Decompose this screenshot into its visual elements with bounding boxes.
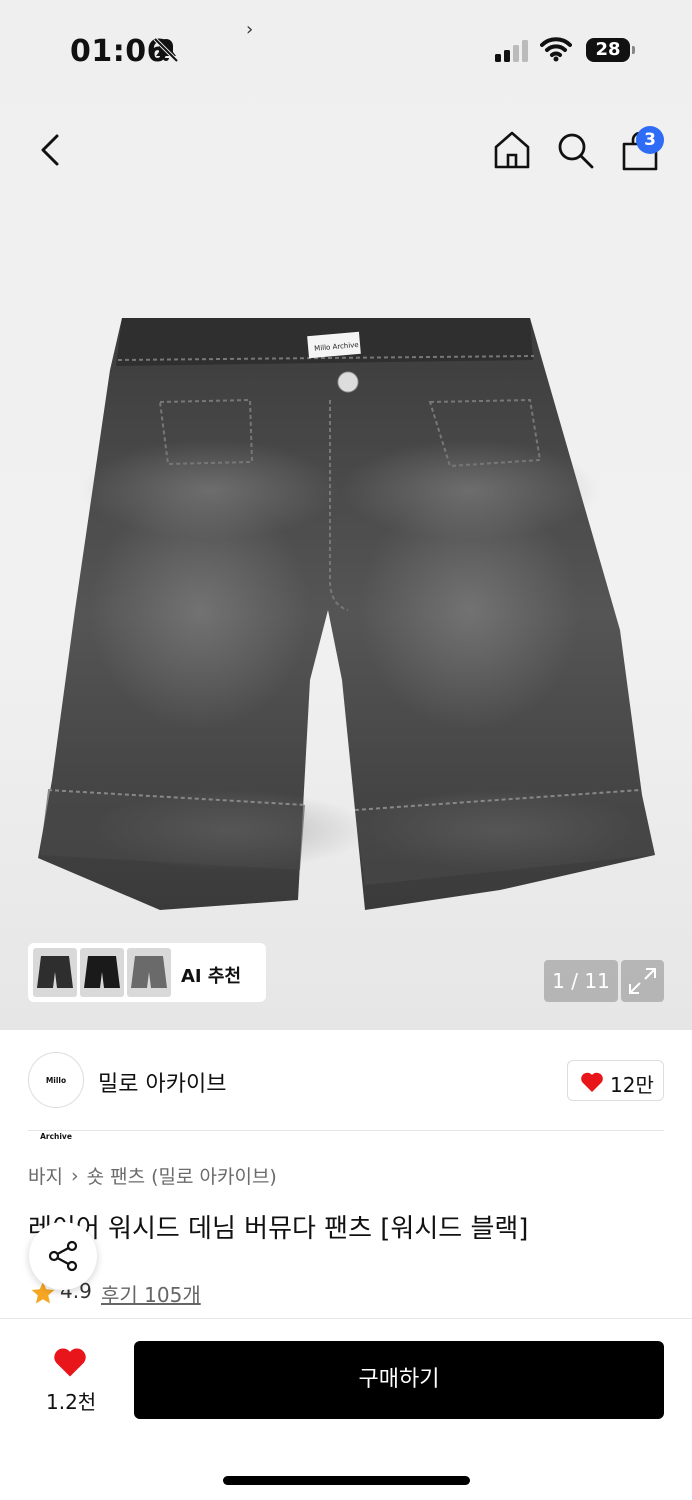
share-button[interactable] bbox=[29, 1222, 97, 1290]
home-icon[interactable] bbox=[492, 130, 532, 170]
buy-button[interactable]: 구매하기 bbox=[134, 1341, 664, 1419]
brand-name[interactable]: 밀로 아카이브 bbox=[98, 1066, 226, 1098]
search-icon[interactable] bbox=[555, 130, 595, 170]
wish-count: 1.2천 bbox=[46, 1390, 97, 1414]
ai-thumb-3[interactable] bbox=[127, 948, 171, 997]
heart-icon bbox=[581, 1072, 603, 1092]
brand-like-button[interactable]: 12만 bbox=[567, 1060, 664, 1101]
breadcrumb-item-subcategory[interactable]: 숏 팬츠 (밀로 아카이브) bbox=[87, 1166, 277, 1188]
ai-recommend-label: AI 추천 bbox=[181, 966, 242, 987]
wifi-icon bbox=[540, 37, 572, 62]
product-gallery[interactable]: 01:06 28 3 Millo Archive AI 추천 › 1 / 11 bbox=[0, 0, 692, 1030]
breadcrumb: 바지 › 숏 팬츠 (밀로 아카이브) bbox=[28, 1162, 277, 1189]
heart-icon[interactable] bbox=[52, 1346, 88, 1378]
share-icon bbox=[48, 1240, 78, 1272]
expand-button[interactable] bbox=[621, 960, 664, 1002]
product-title: 레이어 워시드 데님 버뮤다 팬츠 [워시드 블랙] bbox=[28, 1214, 529, 1244]
status-bar: 01:06 28 bbox=[0, 0, 692, 100]
brand-like-count: 12만 bbox=[610, 1073, 654, 1097]
bell-slash-icon bbox=[153, 37, 179, 63]
ai-thumb-1[interactable] bbox=[33, 948, 77, 997]
ai-thumb-2[interactable] bbox=[80, 948, 124, 997]
expand-icon bbox=[629, 968, 656, 994]
chevron-right-icon: › bbox=[70, 1164, 79, 1187]
image-counter: 1 / 11 bbox=[544, 960, 618, 1002]
home-indicator bbox=[223, 1476, 470, 1485]
battery-level: 28 bbox=[595, 39, 621, 60]
review-link[interactable]: 후기 105개 bbox=[101, 1279, 201, 1308]
cellular-signal-icon bbox=[495, 40, 528, 62]
chevron-left-icon[interactable] bbox=[30, 128, 70, 172]
battery-icon: 28 bbox=[586, 38, 630, 62]
divider bbox=[28, 1130, 664, 1131]
cart-count-badge: 3 bbox=[636, 126, 664, 154]
product-image: Millo Archive bbox=[38, 318, 655, 910]
breadcrumb-item-category[interactable]: 바지 bbox=[28, 1166, 63, 1188]
ai-recommend-card[interactable]: AI 추천 bbox=[28, 943, 266, 1002]
battery-tip bbox=[632, 46, 635, 54]
chevron-right-icon: › bbox=[246, 19, 254, 40]
brand-logo[interactable]: Millo Archive bbox=[28, 1052, 84, 1141]
